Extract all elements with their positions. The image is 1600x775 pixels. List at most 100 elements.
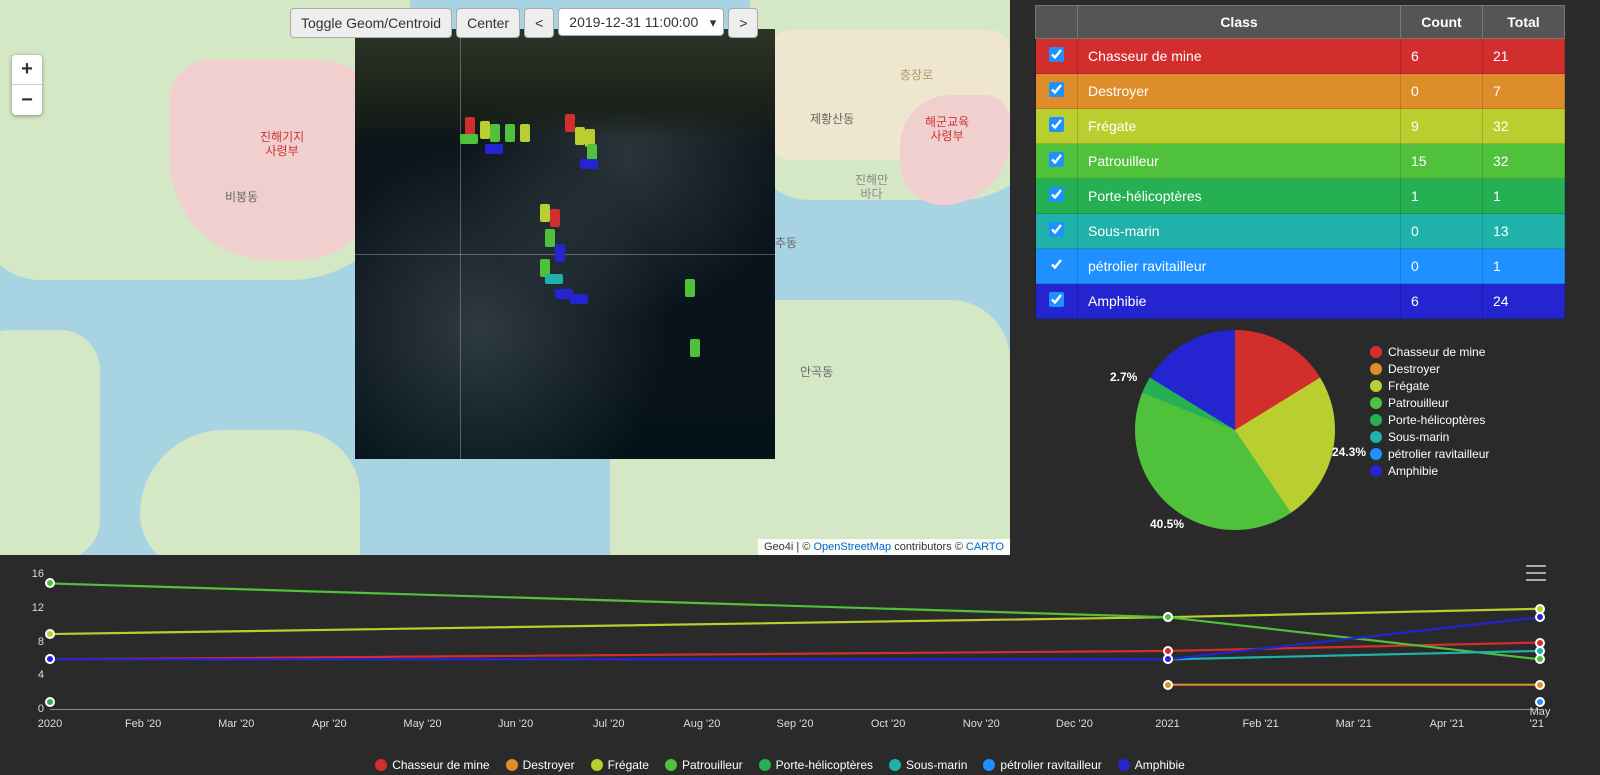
legend-label: Patrouilleur (1388, 396, 1449, 410)
x-axis-tick: May '20 (403, 718, 441, 730)
legend-label: pétrolier ravitailleur (1000, 758, 1101, 772)
table-row: Sous-marin013 (1036, 214, 1565, 249)
data-point[interactable] (1163, 612, 1173, 622)
chart-legend-item[interactable]: Frégate (591, 758, 649, 772)
chart-legend-item[interactable]: Porte-hélicoptères (759, 758, 873, 772)
legend-swatch (1370, 380, 1382, 392)
class-visibility-checkbox[interactable] (1049, 222, 1064, 237)
map-view[interactable]: 진해기지사령부 비봉동 제황산동 해군교육사령부 진해만바다 안곡동 충장로 추… (0, 0, 1010, 555)
zoom-in-button[interactable]: + (12, 55, 42, 85)
y-axis-tick: 4 (22, 669, 44, 681)
table-row: Destroyer07 (1036, 74, 1565, 109)
class-visibility-checkbox[interactable] (1049, 187, 1064, 202)
class-total: 32 (1483, 144, 1565, 179)
x-axis-tick: Jul '20 (593, 718, 624, 730)
center-button[interactable]: Center (456, 8, 520, 38)
pie-label-c: 24.3% (1332, 445, 1366, 459)
x-axis-tick: Dec '20 (1056, 718, 1093, 730)
chart-legend-item[interactable]: Destroyer (506, 758, 575, 772)
class-name: Patrouilleur (1078, 144, 1401, 179)
zoom-control: + − (12, 55, 42, 115)
class-visibility-checkbox[interactable] (1049, 257, 1064, 272)
label-navyedu: 해군교육사령부 (925, 115, 969, 144)
x-axis-tick: Apr '21 (1430, 718, 1465, 730)
timeseries-chart[interactable]: 04812162020Feb '20Mar '20Apr '20May '20J… (0, 555, 1560, 775)
restricted-area-1 (170, 60, 380, 260)
osm-link[interactable]: OpenStreetMap (813, 541, 891, 553)
pie-legend-item[interactable]: pétrolier ravitailleur (1370, 447, 1489, 461)
label-chungjangro: 충장로 (900, 68, 933, 82)
x-axis-tick: Feb '20 (125, 718, 161, 730)
class-count: 0 (1401, 214, 1483, 249)
data-point[interactable] (45, 697, 55, 707)
pie-legend-item[interactable]: Patrouilleur (1370, 396, 1489, 410)
legend-label: Destroyer (1388, 362, 1440, 376)
class-visibility-checkbox[interactable] (1049, 117, 1064, 132)
class-name: Sous-marin (1078, 214, 1401, 249)
table-row: Patrouilleur1532 (1036, 144, 1565, 179)
legend-swatch (1370, 363, 1382, 375)
next-time-button[interactable]: > (728, 8, 758, 38)
data-point[interactable] (1535, 646, 1545, 656)
land-s (140, 430, 360, 555)
pie-legend-item[interactable]: Porte-hélicoptères (1370, 413, 1489, 427)
legend-label: Frégate (608, 758, 649, 772)
pie-legend-item[interactable]: Chasseur de mine (1370, 345, 1489, 359)
pie-label-b: 40.5% (1150, 517, 1184, 531)
legend-swatch (759, 759, 771, 771)
col-total: Total (1483, 6, 1565, 39)
pie-legend-item[interactable]: Destroyer (1370, 362, 1489, 376)
class-visibility-checkbox[interactable] (1049, 292, 1064, 307)
data-point[interactable] (1535, 697, 1545, 707)
class-count: 15 (1401, 144, 1483, 179)
x-axis-tick: 2020 (38, 718, 62, 730)
legend-swatch (506, 759, 518, 771)
y-axis-tick: 0 (22, 703, 44, 715)
chart-legend-item[interactable]: Sous-marin (889, 758, 967, 772)
data-point[interactable] (45, 578, 55, 588)
pie-legend-item[interactable]: Sous-marin (1370, 430, 1489, 444)
legend-swatch (591, 759, 603, 771)
pie-legend-item[interactable]: Frégate (1370, 379, 1489, 393)
x-axis-tick: Apr '20 (312, 718, 347, 730)
map-attribution: Geo4i | © OpenStreetMap contributors © C… (758, 539, 1010, 555)
class-name: Amphibie (1078, 284, 1401, 319)
data-point[interactable] (1163, 654, 1173, 664)
toggle-geom-centroid-button[interactable]: Toggle Geom/Centroid (290, 8, 452, 38)
class-visibility-checkbox[interactable] (1049, 82, 1064, 97)
class-name: Chasseur de mine (1078, 39, 1401, 74)
pie-legend-item[interactable]: Amphibie (1370, 464, 1489, 478)
chart-legend-item[interactable]: Amphibie (1118, 758, 1185, 772)
class-total: 21 (1483, 39, 1565, 74)
carto-link[interactable]: CARTO (966, 541, 1004, 553)
class-count: 1 (1401, 179, 1483, 214)
chart-plot-area: 04812162020Feb '20Mar '20Apr '20May '20J… (50, 575, 1540, 710)
x-axis-tick: Feb '21 (1242, 718, 1278, 730)
x-axis-tick: Jun '20 (498, 718, 533, 730)
label-bibongdong: 비봉동 (225, 190, 258, 204)
legend-swatch (1370, 397, 1382, 409)
legend-label: Chasseur de mine (392, 758, 489, 772)
col-class: Class (1078, 6, 1401, 39)
label-jinhaebay: 진해만바다 (855, 173, 888, 202)
data-point[interactable] (45, 654, 55, 664)
class-name: Frégate (1078, 109, 1401, 144)
class-visibility-checkbox[interactable] (1049, 47, 1064, 62)
legend-swatch (375, 759, 387, 771)
chart-legend-item[interactable]: pétrolier ravitailleur (983, 758, 1101, 772)
data-point[interactable] (1535, 680, 1545, 690)
data-point[interactable] (45, 629, 55, 639)
zoom-out-button[interactable]: − (12, 85, 42, 115)
data-point[interactable] (1535, 612, 1545, 622)
table-row: Chasseur de mine621 (1036, 39, 1565, 74)
data-point[interactable] (1163, 680, 1173, 690)
chart-legend-item[interactable]: Chasseur de mine (375, 758, 489, 772)
x-axis-tick: Mar '20 (218, 718, 254, 730)
datetime-select[interactable]: 2019-12-31 11:00:00 (558, 8, 724, 36)
pie-chart[interactable] (1135, 330, 1335, 530)
prev-time-button[interactable]: < (524, 8, 554, 38)
legend-label: Amphibie (1135, 758, 1185, 772)
class-visibility-checkbox[interactable] (1049, 152, 1064, 167)
legend-label: Porte-hélicoptères (776, 758, 873, 772)
chart-legend-item[interactable]: Patrouilleur (665, 758, 743, 772)
